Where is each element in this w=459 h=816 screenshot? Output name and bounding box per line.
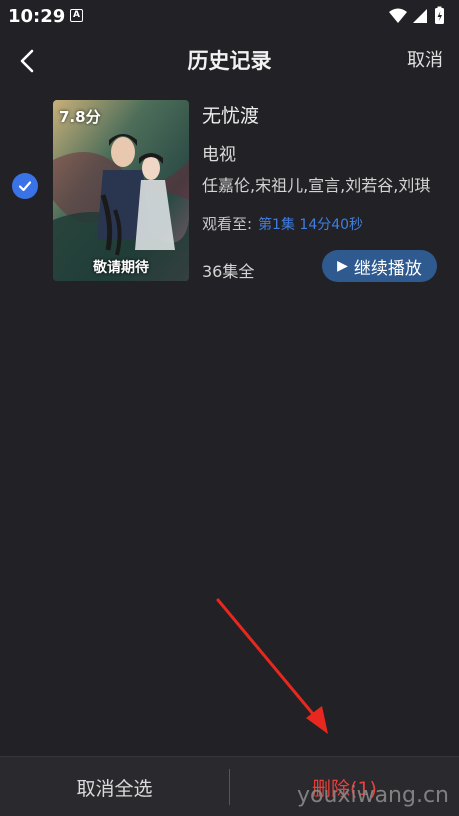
episode-count: 36集全 [202,262,255,281]
status-icons [389,6,444,24]
item-type: 电视 [202,145,236,165]
signal-icon [413,9,427,23]
score-badge: 7.8分 [59,108,101,126]
resume-button[interactable]: ▶ 继续播放 [322,250,437,282]
progress-label: 观看至: [202,215,253,233]
poster-caption: 敬请期待 [93,260,149,276]
deselect-all-button[interactable]: 取消全选 [0,757,229,816]
check-icon [18,181,32,192]
back-button[interactable] [12,44,42,78]
watch-progress: 观看至: 第1集 14分40秒 [202,213,363,234]
progress-value: 第1集 14分40秒 [258,217,364,233]
select-checkbox[interactable] [12,173,38,199]
item-cast: 任嘉伦,宋祖儿,宣言,刘若谷,刘琪 [202,176,431,195]
play-icon: ▶ [337,258,348,274]
status-a-icon: A [70,9,83,22]
wifi-icon [389,8,407,23]
battery-icon [435,6,444,24]
watermark: youxiwang.cn [297,783,449,808]
page-title: 历史记录 [187,49,272,73]
chevron-left-icon [20,49,34,73]
status-bar: 10:29 A [0,0,459,32]
poster-artwork [53,100,189,281]
status-time: 10:29 [8,6,66,27]
cancel-button[interactable]: 取消 [407,44,443,78]
item-title[interactable]: 无忧渡 [202,101,259,128]
poster-thumbnail[interactable]: 7.8分 敬请期待 [53,100,189,281]
resume-label: 继续播放 [353,258,422,279]
